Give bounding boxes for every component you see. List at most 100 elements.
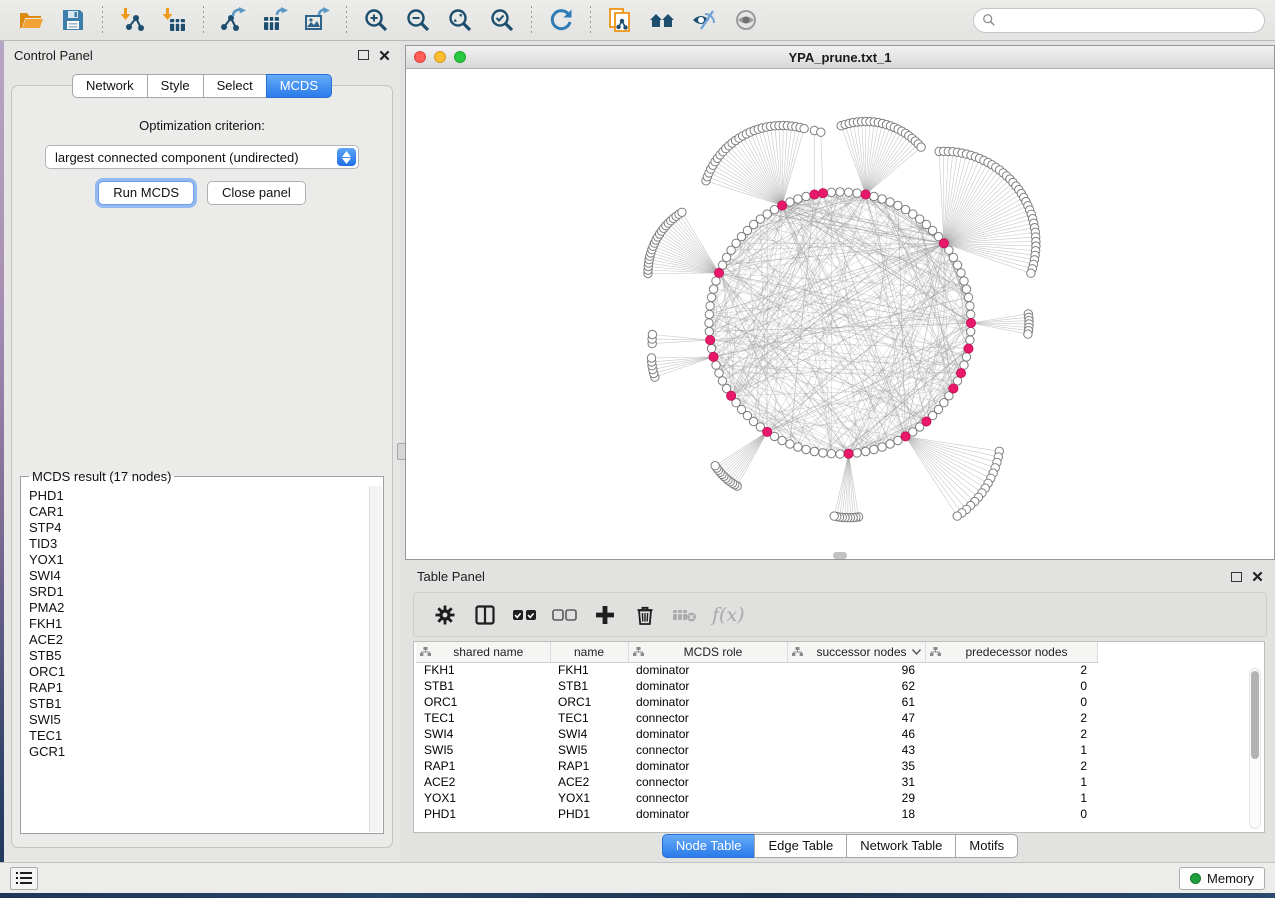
- mcds-result-item[interactable]: PHD1: [29, 488, 369, 504]
- column-header-shared-name[interactable]: shared name: [416, 642, 550, 662]
- zoom-selected-icon[interactable]: [487, 5, 517, 35]
- delete-column-icon[interactable]: [628, 600, 662, 630]
- tab-style[interactable]: Style: [147, 74, 204, 98]
- mcds-result-item[interactable]: STB5: [29, 648, 369, 664]
- task-history-button[interactable]: [10, 867, 38, 890]
- tab-mcds[interactable]: MCDS: [266, 74, 332, 98]
- save-icon[interactable]: [58, 5, 88, 35]
- mcds-result-item[interactable]: SWI4: [29, 568, 369, 584]
- toolbar-separator: [346, 6, 347, 34]
- control-panel: Control Panel Network Style Select MCDS …: [4, 41, 400, 862]
- close-panel-icon[interactable]: [379, 50, 390, 61]
- function-builder-icon[interactable]: f(x): [712, 604, 745, 626]
- mcds-result-item[interactable]: STB1: [29, 696, 369, 712]
- gear-icon[interactable]: [428, 600, 462, 630]
- deselect-checkboxes-icon[interactable]: [548, 600, 582, 630]
- attribute-tree-icon: [420, 647, 431, 657]
- add-column-icon[interactable]: [588, 600, 622, 630]
- table-row[interactable]: SWI5SWI5connector431: [416, 742, 1097, 758]
- mcds-result-item[interactable]: PMA2: [29, 600, 369, 616]
- export-network-icon[interactable]: [218, 5, 248, 35]
- search-icon: [982, 13, 996, 27]
- search-box[interactable]: [973, 8, 1265, 33]
- toolbar-separator: [102, 6, 103, 34]
- zoom-out-icon[interactable]: [403, 5, 433, 35]
- column-header-predecessor-nodes[interactable]: predecessor nodes: [925, 642, 1097, 662]
- mcds-result-item[interactable]: SRD1: [29, 584, 369, 600]
- zoom-fit-icon[interactable]: [445, 5, 475, 35]
- first-neighbors-icon[interactable]: [647, 5, 677, 35]
- close-window-icon[interactable]: [414, 51, 426, 63]
- open-folder-icon[interactable]: [16, 5, 46, 35]
- table-panel-title: Table Panel: [417, 569, 485, 584]
- canvas-hscroll-thumb[interactable]: [833, 552, 847, 559]
- float-panel-icon[interactable]: [358, 50, 369, 60]
- split-columns-icon[interactable]: [468, 600, 502, 630]
- mcds-result-item[interactable]: YOX1: [29, 552, 369, 568]
- maximize-window-icon[interactable]: [454, 51, 466, 63]
- mcds-result-item[interactable]: GCR1: [29, 744, 369, 760]
- zoom-in-icon[interactable]: [361, 5, 391, 35]
- table-row[interactable]: YOX1YOX1connector291: [416, 790, 1097, 806]
- tab-network-table[interactable]: Network Table: [846, 834, 956, 858]
- minimize-window-icon[interactable]: [434, 51, 446, 63]
- tab-network[interactable]: Network: [72, 74, 148, 98]
- mcds-result-item[interactable]: FKH1: [29, 616, 369, 632]
- network-canvas[interactable]: [406, 69, 1274, 559]
- table-scrollbar[interactable]: [1249, 668, 1261, 829]
- application-window: Control Panel Network Style Select MCDS …: [0, 0, 1275, 898]
- run-mcds-button[interactable]: Run MCDS: [98, 181, 194, 205]
- toolbar-separator: [203, 6, 204, 34]
- import-table-icon[interactable]: [159, 5, 189, 35]
- table-row[interactable]: ORC1ORC1dominator610: [416, 694, 1097, 710]
- table-row[interactable]: PHD1PHD1dominator180: [416, 806, 1097, 822]
- memory-button[interactable]: Memory: [1179, 867, 1265, 890]
- mcds-result-item[interactable]: CAR1: [29, 504, 369, 520]
- tab-edge-table[interactable]: Edge Table: [754, 834, 847, 858]
- search-input[interactable]: [1002, 13, 1256, 27]
- export-table-icon[interactable]: [260, 5, 290, 35]
- list-icon: [16, 871, 32, 885]
- refresh-layout-icon[interactable]: [546, 5, 576, 35]
- tab-select[interactable]: Select: [203, 74, 267, 98]
- mcds-result-item[interactable]: ORC1: [29, 664, 369, 680]
- attribute-tree-icon: [930, 647, 941, 657]
- mcds-result-item[interactable]: TID3: [29, 536, 369, 552]
- column-header-successor-nodes[interactable]: successor nodes: [787, 642, 925, 662]
- table-row[interactable]: STB1STB1dominator620: [416, 678, 1097, 694]
- close-panel-button[interactable]: Close panel: [207, 181, 306, 205]
- column-header-mcds-role[interactable]: MCDS role: [628, 642, 787, 662]
- tab-motifs[interactable]: Motifs: [955, 834, 1018, 858]
- toolbar-separator: [590, 6, 591, 34]
- mcds-result-list[interactable]: PHD1CAR1STP4TID3YOX1SWI4SRD1PMA2FKH1ACE2…: [22, 486, 369, 832]
- clone-network-icon[interactable]: [605, 5, 635, 35]
- import-network-icon[interactable]: [117, 5, 147, 35]
- mcds-result-item[interactable]: STP4: [29, 520, 369, 536]
- float-table-panel-icon[interactable]: [1231, 572, 1242, 582]
- export-image-icon[interactable]: [302, 5, 332, 35]
- criterion-dropdown[interactable]: largest connected component (undirected): [45, 145, 359, 169]
- mcds-result-item[interactable]: ACE2: [29, 632, 369, 648]
- table-row[interactable]: FKH1FKH1dominator962: [416, 662, 1097, 678]
- table-toolbar: f(x): [413, 592, 1267, 637]
- table-row[interactable]: SWI4SWI4dominator462: [416, 726, 1097, 742]
- dropdown-stepper-icon: [337, 148, 356, 166]
- column-header-name[interactable]: name: [550, 642, 628, 662]
- close-table-panel-icon[interactable]: [1252, 571, 1263, 582]
- show-all-icon[interactable]: [731, 5, 761, 35]
- mcds-result-item[interactable]: RAP1: [29, 680, 369, 696]
- network-graph[interactable]: [406, 69, 1274, 559]
- network-window-titlebar[interactable]: YPA_prune.txt_1: [406, 46, 1274, 69]
- table-row[interactable]: ACE2ACE2connector311: [416, 774, 1097, 790]
- tab-node-table[interactable]: Node Table: [662, 834, 756, 858]
- table-row[interactable]: TEC1TEC1connector472: [416, 710, 1097, 726]
- delete-table-icon[interactable]: [668, 600, 702, 630]
- mcds-result-item[interactable]: TEC1: [29, 728, 369, 744]
- table-scrollbar-thumb[interactable]: [1251, 671, 1259, 759]
- mcds-list-scrollbar[interactable]: [369, 486, 382, 832]
- hide-selected-icon[interactable]: [689, 5, 719, 35]
- table-row[interactable]: RAP1RAP1dominator352: [416, 758, 1097, 774]
- mcds-result-item[interactable]: SWI5: [29, 712, 369, 728]
- table-panel: Table Panel: [405, 563, 1275, 858]
- select-all-checkboxes-icon[interactable]: [508, 600, 542, 630]
